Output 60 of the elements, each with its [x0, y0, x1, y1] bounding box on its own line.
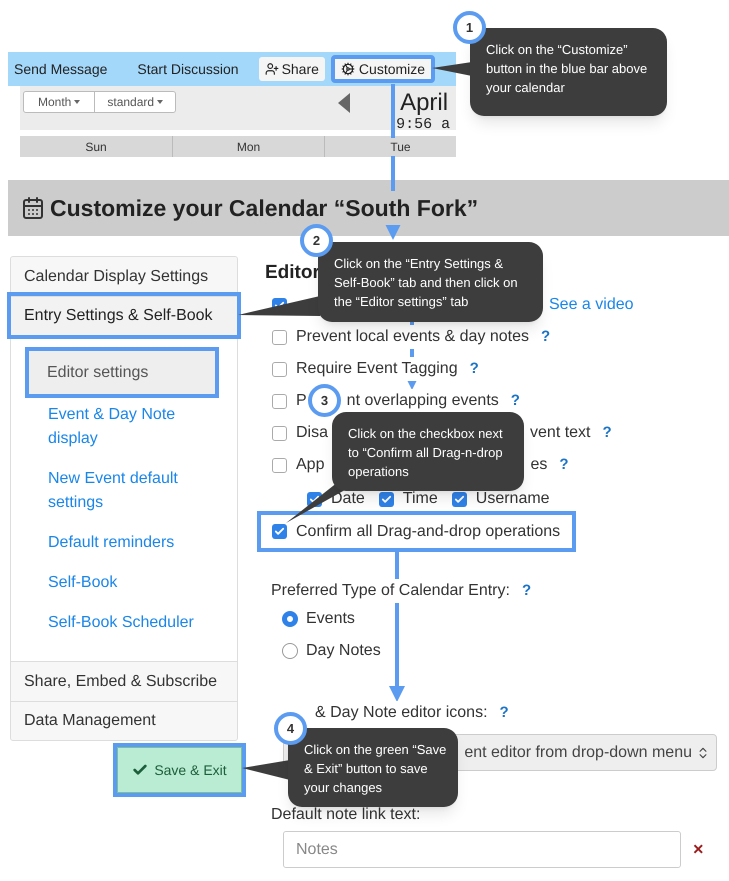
- day-header: Tue: [390, 138, 411, 156]
- radio-label: Day Notes: [306, 641, 381, 661]
- sidebar-subitem[interactable]: New Event default settings: [48, 467, 208, 515]
- user-plus-icon: [264, 62, 279, 76]
- checkbox[interactable]: [272, 458, 287, 472]
- option-label: Prevent local events & day notes: [296, 325, 530, 349]
- clear-button[interactable]: ×: [693, 836, 704, 863]
- checkbox[interactable]: [378, 492, 394, 506]
- check-icon: [454, 494, 465, 504]
- sidebar-subitem[interactable]: Default reminders: [48, 531, 208, 555]
- help-link[interactable]: ?: [510, 390, 520, 412]
- check-icon: [274, 526, 285, 537]
- sidebar-subitem[interactable]: Event & Day Note display: [48, 403, 208, 451]
- checkbox[interactable]: [272, 426, 287, 440]
- top-bar-link[interactable]: Send Message: [8, 58, 108, 80]
- time-label: 9:56 a: [396, 117, 450, 132]
- step-number: 1: [453, 11, 486, 44]
- calendar-icon: [21, 196, 45, 220]
- help-link[interactable]: ?: [602, 422, 612, 444]
- share-button[interactable]: Share: [258, 57, 325, 81]
- sidebar-subitem[interactable]: Self-Book: [48, 571, 208, 595]
- sidebar-item[interactable]: Calendar Display Settings: [11, 257, 237, 296]
- gear-icon: [340, 62, 355, 76]
- style-dropdown[interactable]: standard: [95, 92, 176, 112]
- callout-pointer: [432, 62, 472, 76]
- note-link-field[interactable]: Notes: [283, 831, 681, 868]
- callout: Click on the “Entry Settings & Self-Book” tab and then click on the “Editor settings” tab: [318, 242, 543, 322]
- checkbox[interactable]: [272, 524, 287, 539]
- sidebar-item[interactable]: Share, Embed & Subscribe: [11, 662, 237, 701]
- radio-button[interactable]: [282, 611, 298, 627]
- help-link[interactable]: ?: [470, 358, 479, 380]
- checkbox[interactable]: [452, 492, 467, 506]
- check-icon: [309, 494, 320, 504]
- video-link[interactable]: See a video: [549, 293, 634, 317]
- checkbox[interactable]: [272, 330, 287, 344]
- option-label: Require Event Tagging: [296, 357, 458, 381]
- field-label: Preferred Type of Calendar Entry:: [271, 579, 510, 603]
- radio-label: Events: [306, 609, 355, 629]
- help-link[interactable]: ?: [559, 454, 569, 476]
- view-dropdown[interactable]: Month: [24, 92, 96, 112]
- previous-arrow-icon[interactable]: [338, 93, 350, 113]
- radio-button[interactable]: [282, 643, 298, 659]
- sidebar-subitem[interactable]: Editor settings: [29, 351, 215, 394]
- callout-pointer: [242, 760, 290, 780]
- check-icon: [380, 494, 392, 504]
- step-number: 3: [308, 384, 341, 417]
- sidebar-item[interactable]: Data Management: [11, 701, 237, 740]
- checkbox[interactable]: [272, 394, 287, 408]
- help-link[interactable]: ?: [541, 326, 550, 348]
- callout: Click on the checkbox next to “Confirm all Drag-n-drop operations: [332, 412, 524, 491]
- help-link[interactable]: ?: [522, 580, 532, 602]
- page-title: Customize your Calendar “South Fork”: [50, 190, 478, 226]
- help-link[interactable]: ?: [500, 702, 509, 724]
- customize-button[interactable]: Customize: [332, 57, 434, 81]
- field-label: Default note link text:: [271, 806, 420, 823]
- section-heading: Editor: [265, 262, 320, 283]
- sidebar-subitem[interactable]: Self-Book Scheduler: [48, 611, 208, 635]
- top-bar-link[interactable]: Start Discussion: [137, 58, 239, 80]
- checkbox[interactable]: [272, 362, 287, 376]
- month-label: April: [400, 91, 450, 115]
